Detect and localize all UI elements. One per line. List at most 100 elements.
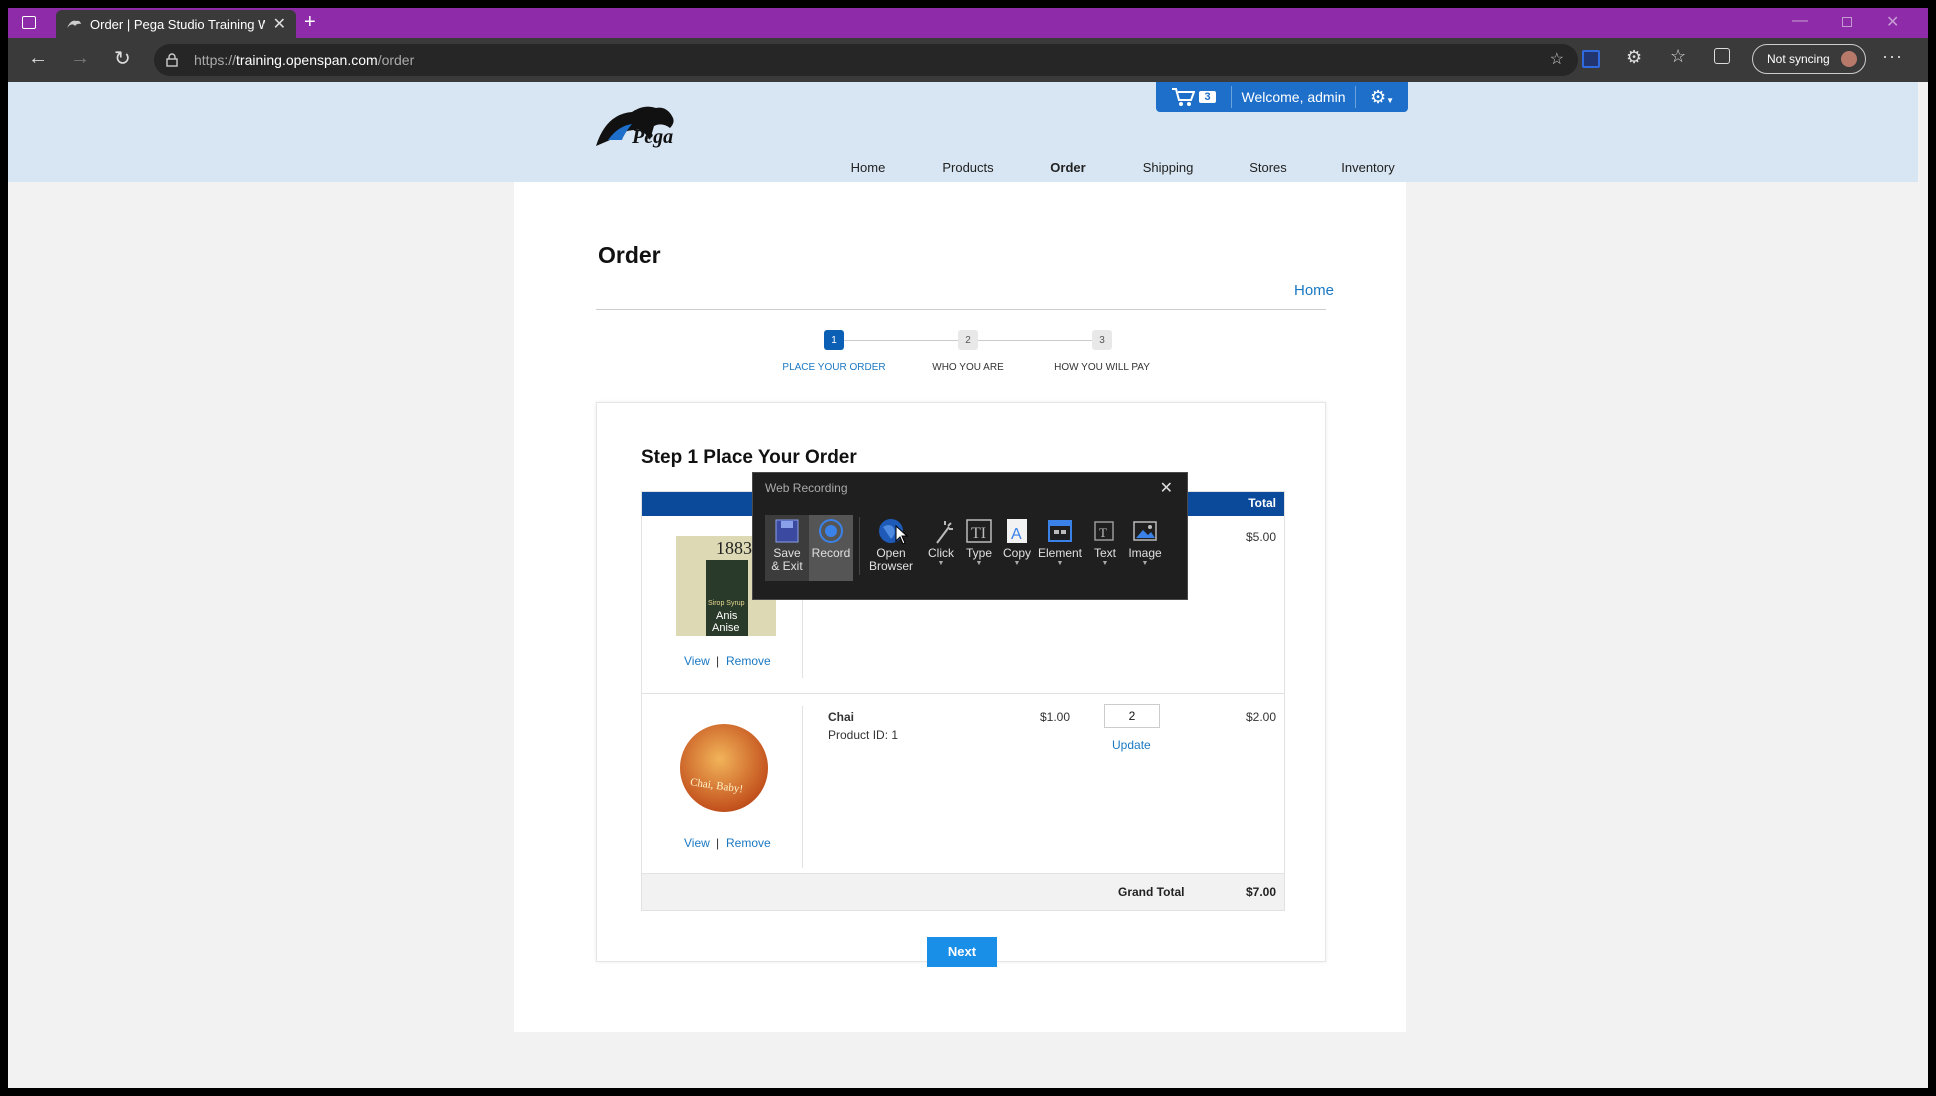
url-path: /order [377, 52, 415, 68]
maximize-icon[interactable] [1842, 17, 1852, 27]
cart-button[interactable]: 3 [1156, 86, 1232, 108]
tool-label: Element [1037, 546, 1083, 560]
row-divider [802, 706, 803, 868]
save-exit-button[interactable]: Save & Exit [765, 515, 809, 581]
text-button[interactable]: T Text ▼ [1083, 515, 1127, 581]
minimize-icon[interactable]: — [1792, 12, 1808, 30]
tab-actions-icon[interactable] [22, 16, 36, 29]
grand-total-value: $7.00 [1245, 885, 1276, 899]
product-image-text: Anise [712, 622, 740, 634]
nav-home[interactable]: Home [851, 160, 886, 175]
open-browser-button[interactable]: Open Browser [865, 515, 917, 581]
remove-link[interactable]: Remove [726, 654, 771, 668]
nav-order[interactable]: Order [1050, 160, 1085, 175]
tool-label: Save & Exit [771, 546, 803, 573]
browser-tab[interactable]: Order | Pega Studio Training Wel ✕ [56, 10, 296, 38]
item-total: $5.00 [1245, 530, 1276, 544]
sync-label: Not syncing [1767, 52, 1830, 66]
step-3-label: HOW YOU WILL PAY [1054, 362, 1150, 373]
close-window-icon[interactable]: ✕ [1886, 12, 1899, 32]
extension-icon[interactable] [1582, 50, 1600, 68]
image-button[interactable]: Image ▼ [1123, 515, 1167, 581]
tool-label: Record [811, 546, 851, 560]
nav-stores[interactable]: Stores [1249, 160, 1287, 175]
element-button[interactable]: Element ▼ [1035, 515, 1085, 581]
product-image-text: Anis [716, 610, 738, 622]
item-total: $2.00 [1245, 710, 1276, 724]
step-2-label: WHO YOU ARE [932, 362, 1004, 373]
new-tab-icon[interactable]: + [304, 11, 316, 34]
more-icon[interactable]: ··· [1882, 46, 1903, 67]
site-header: Pega 3 Welcome, admin ⚙▼ Home Products O… [8, 82, 1918, 182]
recorder-title: Web Recording [765, 481, 848, 495]
url-bar[interactable]: https://training.openspan.com/order ☆ [154, 44, 1578, 76]
profile-sync-button[interactable]: Not syncing [1752, 44, 1866, 74]
product-id: Product ID: 1 [828, 728, 899, 742]
favorites-icon[interactable]: ☆ [1670, 46, 1686, 67]
step-2-box: 2 [958, 330, 978, 350]
view-link[interactable]: View [684, 836, 710, 850]
user-toolbar: 3 Welcome, admin ⚙▼ [1156, 82, 1408, 112]
refresh-icon[interactable]: ↻ [114, 46, 131, 71]
copy-icon: A [1007, 519, 1027, 543]
avatar [1841, 51, 1857, 67]
tool-label: Image [1128, 546, 1162, 560]
tool-label: Text [1093, 546, 1116, 560]
copy-button[interactable]: A Copy ▼ [995, 515, 1039, 581]
step-1-label: PLACE YOUR ORDER [782, 362, 886, 373]
mouse-cursor-icon [895, 525, 909, 545]
type-icon: TI [966, 519, 992, 543]
nav-inventory[interactable]: Inventory [1341, 160, 1394, 175]
close-icon[interactable]: ✕ [1160, 478, 1173, 498]
web-recording-panel: Web Recording ✕ Save & Exit Record Open Br… [752, 472, 1188, 600]
svg-text:A: A [1011, 526, 1022, 543]
remove-link[interactable]: Remove [726, 836, 771, 850]
table-row: Chai, Baby! View | Remove Chai Product I… [642, 694, 1284, 874]
collections-icon[interactable] [1714, 48, 1730, 64]
click-icon [936, 521, 953, 544]
quantity-input[interactable]: 2 [1104, 704, 1160, 728]
record-icon [819, 519, 843, 543]
save-icon [775, 519, 799, 543]
browser-window: Order | Pega Studio Training Wel ✕ + — ✕… [8, 8, 1928, 1088]
tool-label: Open Browser [868, 546, 913, 573]
tool-label: Click [928, 546, 954, 560]
update-link[interactable]: Update [1112, 738, 1151, 752]
nav-products[interactable]: Products [942, 160, 993, 175]
pega-logo[interactable]: Pega [592, 100, 702, 152]
element-icon [1048, 520, 1072, 542]
home-link[interactable]: Home [1294, 282, 1334, 299]
column-total-header: Total [1248, 496, 1276, 510]
url-prefix: https:// [194, 52, 237, 68]
puzzle-icon[interactable]: ⚙ [1626, 47, 1642, 68]
view-link[interactable]: View [684, 654, 710, 668]
close-tab-icon[interactable]: ✕ [273, 14, 286, 34]
back-icon[interactable]: ← [28, 47, 48, 70]
step-3-box: 3 [1092, 330, 1112, 350]
next-button[interactable]: Next [927, 937, 997, 967]
address-bar-row: ← → ↻ https://training.openspan.com/orde… [8, 38, 1928, 82]
tool-label: Copy [1002, 546, 1031, 560]
grand-total-row: Grand Total $7.00 [642, 874, 1284, 910]
product-image-text: Chai, Baby! [689, 776, 744, 796]
unit-price: $1.00 [1040, 710, 1071, 724]
product-name: Chai [828, 710, 855, 724]
product-image-chai[interactable]: Chai, Baby! [680, 724, 768, 812]
logo-text: Pega [632, 126, 674, 148]
product-image-text: Sirop Syrup [708, 600, 745, 607]
order-heading: Step 1 Place Your Order [641, 447, 857, 468]
record-button[interactable]: Record [809, 515, 853, 581]
grand-total-label: Grand Total [1118, 885, 1185, 899]
settings-gear-icon[interactable]: ⚙▼ [1356, 87, 1408, 108]
title-divider [596, 309, 1326, 310]
favorite-add-icon[interactable]: ☆ [1550, 44, 1564, 76]
nav-shipping[interactable]: Shipping [1143, 160, 1194, 175]
url-host: training.openspan.com [236, 52, 378, 68]
cart-icon [1172, 88, 1196, 106]
web-page: Pega 3 Welcome, admin ⚙▼ Home Products O… [8, 82, 1918, 1088]
toolbar-divider [859, 517, 860, 575]
forward-icon[interactable]: → [70, 47, 90, 70]
product-image-text: 1883 [716, 538, 752, 558]
text-icon: T [1094, 521, 1114, 541]
pega-favicon-icon [67, 20, 81, 28]
